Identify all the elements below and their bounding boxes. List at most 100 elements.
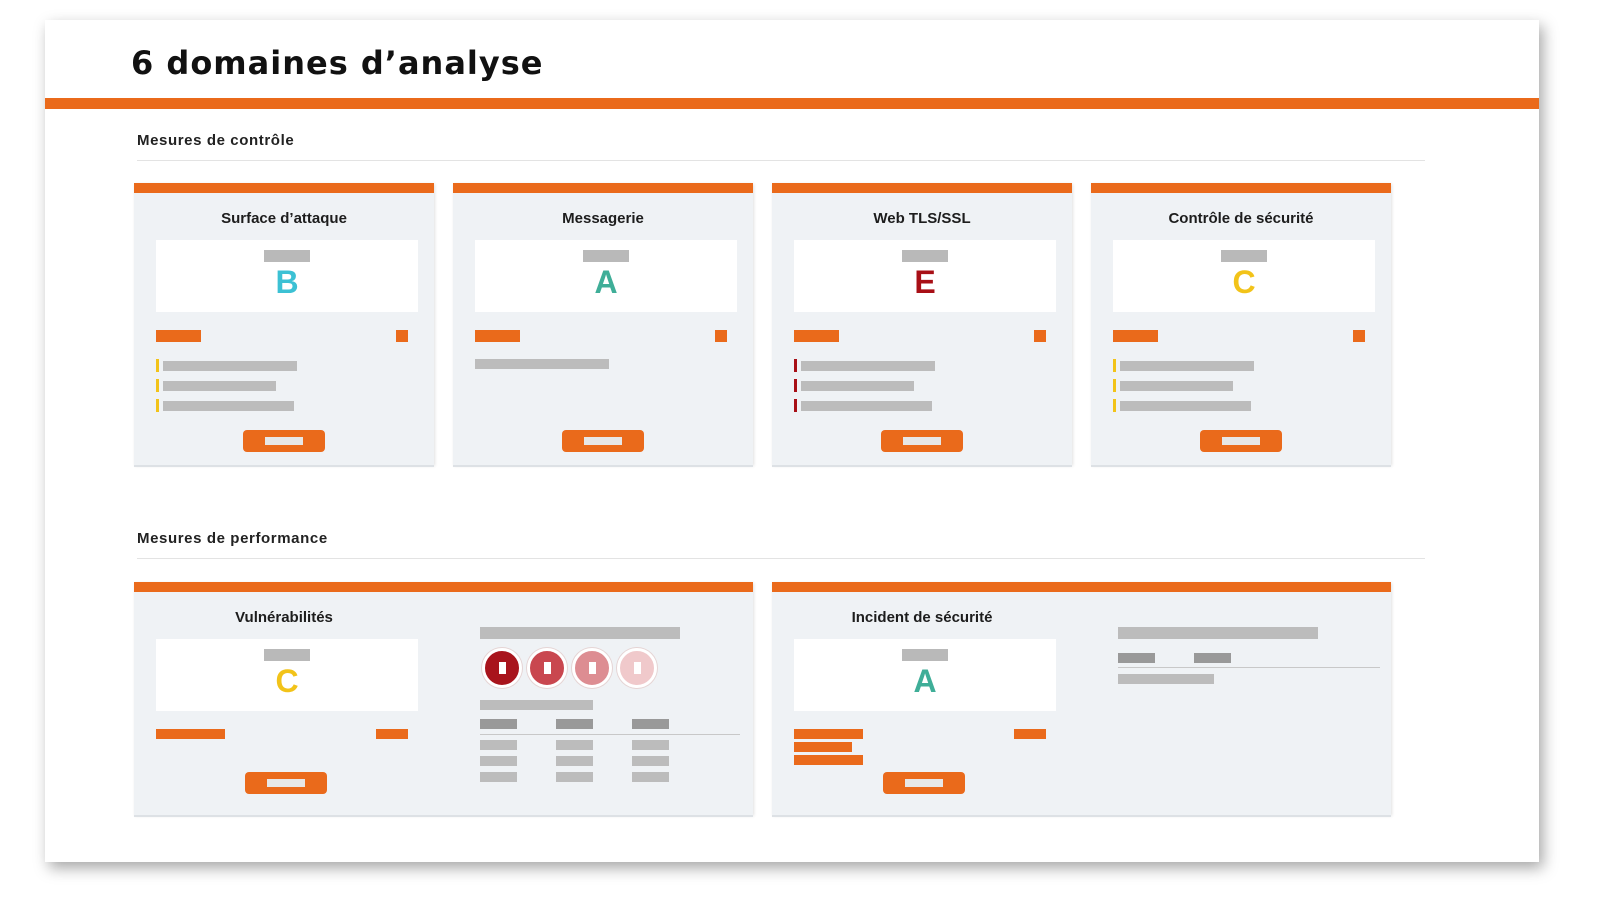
table-header-placeholder [1194, 653, 1231, 663]
metric-marker [715, 330, 727, 342]
grade-letter: C [275, 663, 299, 699]
grade-caption-placeholder [264, 649, 310, 661]
grade-letter: A [594, 264, 618, 300]
grade-caption-placeholder [264, 250, 310, 262]
button-label-placeholder [1222, 437, 1260, 445]
severity-glyph [634, 662, 641, 674]
table-cell-placeholder [480, 772, 517, 782]
finding-marker [156, 359, 159, 372]
panel-subheading-placeholder [480, 700, 593, 710]
finding-line [801, 381, 914, 391]
severity-glyph [589, 662, 596, 674]
section-label-performance: Mesures de performance [137, 530, 328, 547]
details-button[interactable] [881, 430, 963, 452]
finding-marker [794, 359, 797, 372]
grade-letter: C [1232, 264, 1256, 300]
details-button[interactable] [1200, 430, 1282, 452]
table-cell-placeholder [480, 756, 517, 766]
button-label-placeholder [905, 779, 943, 787]
grade-caption-placeholder [902, 649, 948, 661]
table-cell-placeholder [556, 740, 593, 750]
grade-letter: A [913, 663, 937, 699]
finding-line [475, 359, 609, 369]
button-label-placeholder [267, 779, 305, 787]
finding-marker [1113, 359, 1116, 372]
card-vulnerabilities: Vulnérabilités C [134, 582, 753, 815]
metric-bar [794, 729, 863, 739]
table-header-placeholder [556, 719, 593, 729]
table-cell-placeholder [1118, 674, 1214, 684]
panel-heading-placeholder [480, 627, 680, 639]
grade-box: C [156, 639, 418, 711]
metric-bar [156, 729, 225, 739]
card-attack-surface: Surface d’attaque B [134, 183, 434, 465]
severity-critical-indicator [482, 648, 522, 688]
metric-bar [1113, 330, 1158, 342]
section-divider-performance [137, 558, 1425, 559]
metric-marker [1353, 330, 1365, 342]
severity-glyph [544, 662, 551, 674]
finding-marker [156, 379, 159, 392]
metric-bar [475, 330, 520, 342]
table-header-rule [1118, 667, 1380, 668]
button-label-placeholder [903, 437, 941, 445]
finding-line [1120, 361, 1254, 371]
severity-glyph [499, 662, 506, 674]
card-title: Surface d’attaque [221, 210, 347, 227]
finding-line [163, 401, 294, 411]
button-label-placeholder [584, 437, 622, 445]
grade-letter: B [275, 264, 299, 300]
table-header-placeholder [632, 719, 669, 729]
grade-box: C [1113, 240, 1375, 312]
table-cell-placeholder [632, 772, 669, 782]
details-button[interactable] [883, 772, 965, 794]
finding-marker [1113, 379, 1116, 392]
metric-marker [1014, 729, 1046, 739]
metric-marker [376, 729, 408, 739]
grade-box: B [156, 240, 418, 312]
card-security-control: Contrôle de sécurité C [1091, 183, 1391, 465]
button-label-placeholder [265, 437, 303, 445]
card-security-incident: Incident de sécurité A [772, 582, 1391, 815]
details-button[interactable] [245, 772, 327, 794]
severity-low-indicator [617, 648, 657, 688]
finding-line [1120, 401, 1251, 411]
card-title: Incident de sécurité [851, 609, 993, 626]
card-title: Contrôle de sécurité [1168, 210, 1314, 227]
page-title: 6 domaines d’analyse [131, 44, 544, 82]
table-cell-placeholder [632, 756, 669, 766]
metric-bar [794, 330, 839, 342]
card-title: Vulnérabilités [235, 609, 333, 626]
severity-medium-indicator [572, 648, 612, 688]
table-header-rule [480, 734, 740, 735]
finding-line [163, 381, 276, 391]
table-cell-placeholder [556, 756, 593, 766]
finding-marker [156, 399, 159, 412]
card-web-tls: Web TLS/SSL E [772, 183, 1072, 465]
card-title: Messagerie [562, 210, 644, 227]
grade-box: A [794, 639, 1056, 711]
finding-marker [1113, 399, 1116, 412]
grade-letter: E [914, 264, 936, 300]
section-divider-control [137, 160, 1425, 161]
metric-marker [396, 330, 408, 342]
card-title: Web TLS/SSL [873, 210, 971, 227]
table-cell-placeholder [556, 772, 593, 782]
table-header-placeholder [480, 719, 517, 729]
finding-line [801, 361, 935, 371]
title-accent-bar [45, 98, 1539, 109]
table-header-placeholder [1118, 653, 1155, 663]
details-button[interactable] [562, 430, 644, 452]
grade-box: A [475, 240, 737, 312]
metric-bar [156, 330, 201, 342]
severity-high-indicator [527, 648, 567, 688]
finding-marker [794, 379, 797, 392]
grade-caption-placeholder [1221, 250, 1267, 262]
metric-marker [1034, 330, 1046, 342]
card-messaging: Messagerie A [453, 183, 753, 465]
details-button[interactable] [243, 430, 325, 452]
grade-box: E [794, 240, 1056, 312]
panel-heading-placeholder [1118, 627, 1318, 639]
metric-bar [794, 755, 863, 765]
finding-marker [794, 399, 797, 412]
